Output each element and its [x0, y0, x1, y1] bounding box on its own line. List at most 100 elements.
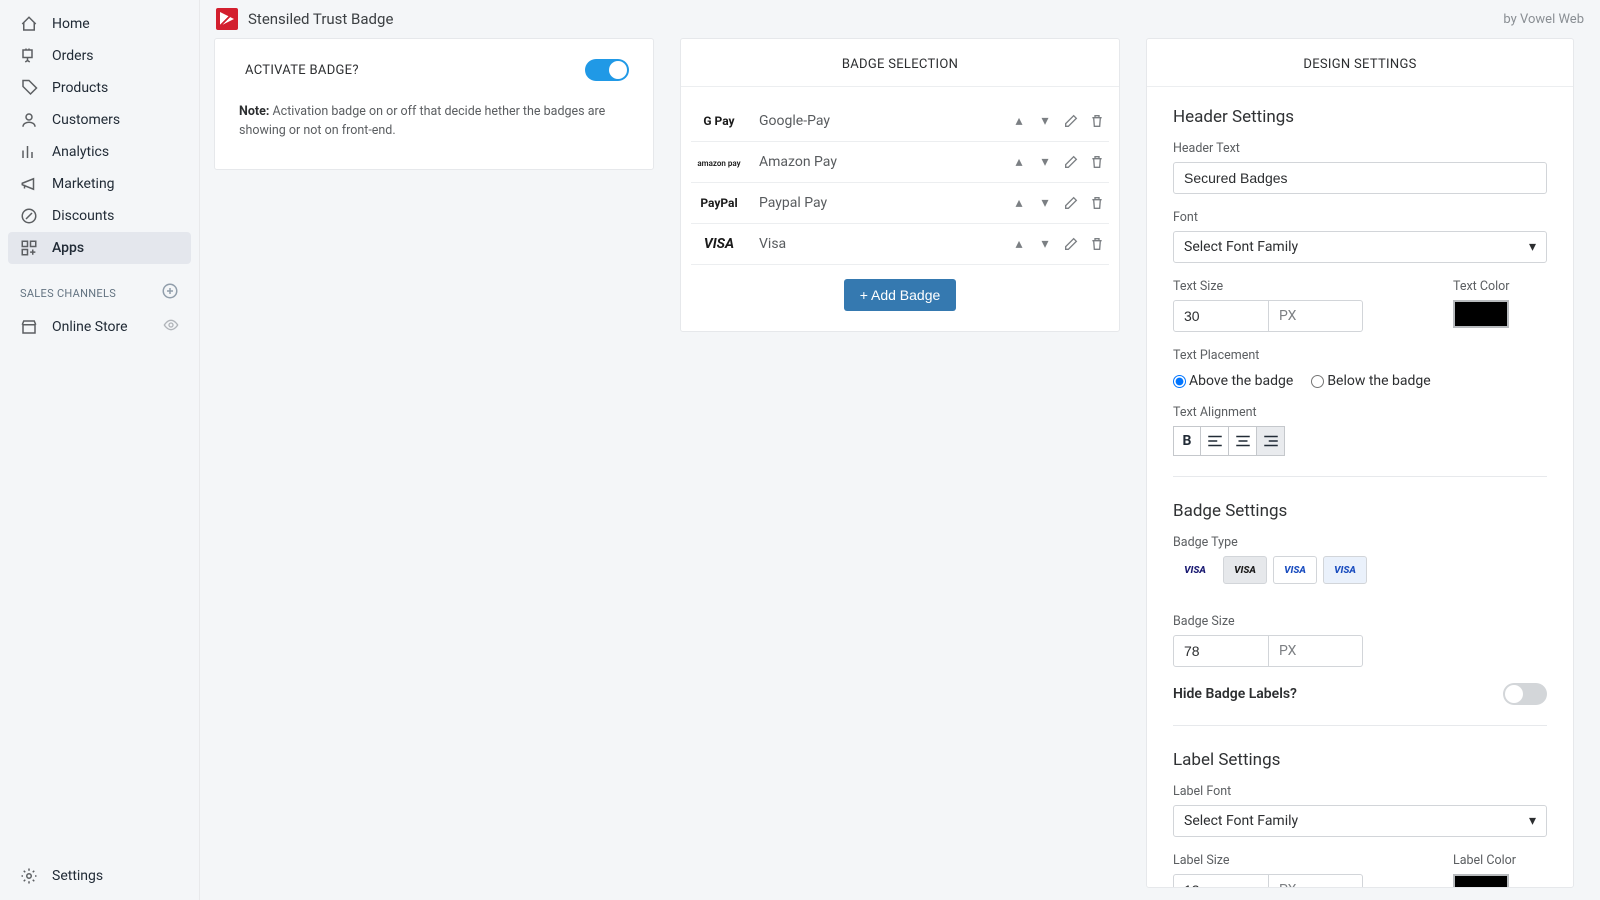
badge-row: PayPal Paypal Pay ▴ ▾	[691, 183, 1109, 224]
nav-label: Online Store	[52, 319, 128, 335]
badge-row: VISA Visa ▴ ▾	[691, 224, 1109, 265]
apps-icon	[20, 239, 38, 257]
move-down-icon[interactable]: ▾	[1037, 236, 1053, 252]
sidebar: Home Orders Products Customers Analytics…	[0, 0, 200, 900]
nav-label: Analytics	[52, 144, 109, 160]
nav-label: Marketing	[52, 176, 115, 192]
move-up-icon[interactable]: ▴	[1011, 113, 1027, 129]
move-down-icon[interactable]: ▾	[1037, 195, 1053, 211]
nav-marketing[interactable]: Marketing	[8, 168, 191, 200]
nav-label: Customers	[52, 112, 120, 128]
tag-icon	[20, 79, 38, 97]
badge-size-unit: PX	[1269, 635, 1363, 667]
badge-selection-card: BADGE SELECTION G Pay Google-Pay ▴ ▾ ama…	[680, 38, 1120, 332]
align-center-button[interactable]	[1229, 426, 1257, 456]
badge-name: Google-Pay	[759, 113, 1011, 129]
badge-name: Paypal Pay	[759, 195, 1011, 211]
badge-type-option-2[interactable]: VISA	[1223, 556, 1267, 584]
add-badge-button[interactable]: + Add Badge	[844, 279, 957, 311]
nav-label: Settings	[52, 868, 103, 884]
text-color-swatch[interactable]	[1453, 300, 1509, 328]
text-color-label: Text Color	[1453, 279, 1510, 294]
nav-orders[interactable]: Orders	[8, 40, 191, 72]
move-down-icon[interactable]: ▾	[1037, 154, 1053, 170]
trash-icon[interactable]	[1089, 113, 1105, 129]
nav-label: Discounts	[52, 208, 114, 224]
header-text-label: Header Text	[1173, 141, 1547, 156]
by-line: by Vowel Web	[1503, 12, 1584, 27]
label-size-unit: PX	[1269, 874, 1363, 887]
label-size-input[interactable]	[1173, 874, 1269, 887]
header-settings-title: Header Settings	[1173, 107, 1547, 127]
hide-labels-toggle[interactable]	[1503, 683, 1547, 705]
align-left-button[interactable]	[1201, 426, 1229, 456]
badge-logo: PayPal	[695, 195, 743, 211]
discount-icon	[20, 207, 38, 225]
nav-analytics[interactable]: Analytics	[8, 136, 191, 168]
chevron-down-icon: ▾	[1529, 813, 1536, 829]
hide-badge-labels-label: Hide Badge Labels?	[1173, 686, 1297, 702]
design-settings-title: DESIGN SETTINGS	[1147, 39, 1573, 87]
activate-toggle[interactable]	[585, 59, 629, 81]
trash-icon[interactable]	[1089, 195, 1105, 211]
nav-settings[interactable]: Settings	[8, 860, 191, 892]
badge-name: Amazon Pay	[759, 154, 1011, 170]
nav-customers[interactable]: Customers	[8, 104, 191, 136]
nav-online-store[interactable]: Online Store	[8, 310, 191, 344]
trash-icon[interactable]	[1089, 154, 1105, 170]
badge-row: amazon pay Amazon Pay ▴ ▾	[691, 142, 1109, 183]
activate-badge-label: ACTIVATE BADGE?	[245, 63, 359, 78]
label-font-select[interactable]: Select Font Family▾	[1173, 805, 1547, 837]
trash-icon[interactable]	[1089, 236, 1105, 252]
move-up-icon[interactable]: ▴	[1011, 236, 1027, 252]
text-alignment-label: Text Alignment	[1173, 405, 1547, 420]
label-color-swatch[interactable]	[1453, 874, 1509, 887]
edit-icon[interactable]	[1063, 195, 1079, 211]
text-size-unit: PX	[1269, 300, 1363, 332]
sales-channels-section: SALES CHANNELS	[8, 264, 191, 310]
placement-below-radio[interactable]: Below the badge	[1311, 373, 1430, 389]
label-color-label: Label Color	[1453, 853, 1516, 868]
chevron-down-icon: ▾	[1529, 239, 1536, 255]
topbar: Stensiled Trust Badge by Vowel Web	[200, 0, 1600, 38]
badge-row: G Pay Google-Pay ▴ ▾	[691, 101, 1109, 142]
align-right-button[interactable]	[1257, 426, 1285, 456]
analytics-icon	[20, 143, 38, 161]
nav-label: Home	[52, 16, 90, 32]
add-channel-icon[interactable]	[161, 282, 179, 304]
nav-products[interactable]: Products	[8, 72, 191, 104]
badge-type-option-3[interactable]: VISA	[1273, 556, 1317, 584]
nav-label: Apps	[52, 240, 84, 256]
edit-icon[interactable]	[1063, 113, 1079, 129]
nav-discounts[interactable]: Discounts	[8, 200, 191, 232]
view-store-icon[interactable]	[163, 317, 179, 337]
move-up-icon[interactable]: ▴	[1011, 195, 1027, 211]
home-icon	[20, 15, 38, 33]
design-settings-card: DESIGN SETTINGS Header Settings Header T…	[1146, 38, 1574, 888]
activate-badge-card: ACTIVATE BADGE? Note: Activation badge o…	[214, 38, 654, 170]
nav-home[interactable]: Home	[8, 8, 191, 40]
badge-type-option-1[interactable]: VISA	[1173, 556, 1217, 584]
app-logo-icon	[216, 8, 238, 30]
badge-name: Visa	[759, 236, 1011, 252]
edit-icon[interactable]	[1063, 154, 1079, 170]
text-placement-label: Text Placement	[1173, 348, 1547, 363]
text-size-label: Text Size	[1173, 279, 1363, 294]
badge-size-input[interactable]	[1173, 635, 1269, 667]
text-size-input[interactable]	[1173, 300, 1269, 332]
edit-icon[interactable]	[1063, 236, 1079, 252]
font-select[interactable]: Select Font Family▾	[1173, 231, 1547, 263]
label-settings-title: Label Settings	[1173, 750, 1547, 770]
nav-apps[interactable]: Apps	[8, 232, 191, 264]
move-up-icon[interactable]: ▴	[1011, 154, 1027, 170]
placement-above-radio[interactable]: Above the badge	[1173, 373, 1293, 389]
person-icon	[20, 111, 38, 129]
bold-button[interactable]: B	[1173, 426, 1201, 456]
label-font-label: Label Font	[1173, 784, 1547, 799]
badge-selection-title: BADGE SELECTION	[681, 39, 1119, 87]
activate-note: Note: Activation badge on or off that de…	[239, 103, 629, 141]
badge-type-option-4[interactable]: VISA	[1323, 556, 1367, 584]
badge-logo: VISA	[695, 236, 743, 252]
header-text-input[interactable]	[1173, 162, 1547, 194]
move-down-icon[interactable]: ▾	[1037, 113, 1053, 129]
